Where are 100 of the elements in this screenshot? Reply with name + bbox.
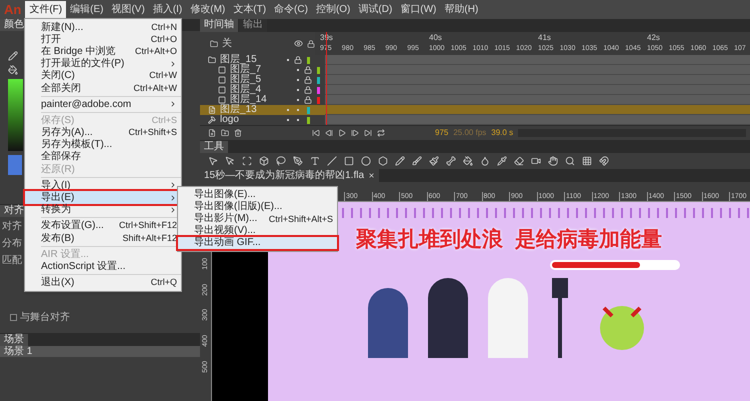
stroke-color-icon[interactable] [8, 51, 18, 61]
layer-row[interactable]: 图层_4 [200, 85, 325, 95]
pencil-icon[interactable] [395, 156, 405, 166]
play-icon[interactable] [338, 129, 346, 137]
new-layer-icon[interactable] [208, 129, 216, 137]
layer-icon [208, 116, 216, 124]
panel-tab[interactable]: 输出 [239, 19, 267, 32]
menu-item[interactable]: 文本(T) [229, 1, 270, 18]
menu-item[interactable]: 修改(M) [186, 1, 230, 18]
layer-row[interactable]: 图层_14 [200, 95, 325, 105]
eye-icon[interactable] [294, 39, 303, 48]
grid-icon[interactable] [582, 156, 592, 166]
lock-icon[interactable] [294, 56, 302, 64]
close-icon[interactable] [368, 172, 376, 179]
menu-item[interactable]: 调试(D) [354, 1, 396, 18]
ellipse-icon[interactable] [361, 156, 371, 166]
menu-item[interactable]: 命令(C) [270, 1, 312, 18]
stage-heading: 聚集扎堆到处浪 是给病毒加能量 [356, 226, 662, 253]
current-frame[interactable]: 975 [435, 127, 448, 139]
layer-name: 图层_13 [220, 105, 258, 115]
loop-icon[interactable] [377, 129, 385, 137]
menu-item[interactable]: 在 Bridge 中浏览 Ctrl+Alt+O [25, 45, 181, 58]
lock-icon[interactable] [304, 66, 312, 74]
scene-row[interactable]: 场景 1 [0, 346, 200, 357]
menu-item[interactable]: 控制(O) [312, 1, 354, 18]
checkbox-label: 与舞台对齐 [20, 310, 70, 325]
trash-icon[interactable] [234, 129, 242, 137]
pen-icon[interactable] [293, 156, 303, 166]
ink-icon[interactable] [480, 156, 490, 166]
menu-item[interactable]: 退出(X) Ctrl+Q [25, 276, 181, 289]
menu-item[interactable]: 打开最近的文件(P) [25, 58, 181, 70]
menu-item[interactable]: 编辑(E) [66, 1, 108, 18]
eraser-icon[interactable] [514, 156, 524, 166]
bone-icon[interactable] [446, 156, 456, 166]
layer-row[interactable]: 图层_5 [200, 75, 325, 85]
rectangle-icon[interactable] [344, 156, 354, 166]
second-label: 40s [429, 32, 443, 43]
lock-icon[interactable] [304, 86, 312, 94]
menu-item[interactable]: 全部保存 [25, 150, 181, 164]
layer-row[interactable]: logo [200, 115, 325, 125]
first-frame-icon[interactable] [312, 129, 320, 137]
menu-item[interactable]: 导出动画 GIF... [178, 237, 337, 249]
menu-item[interactable]: 文件(F) [25, 1, 66, 18]
paint-bucket-icon[interactable] [463, 156, 473, 166]
menu-item[interactable]: 新建(N)... Ctrl+N [25, 21, 181, 34]
magnet-icon[interactable] [599, 156, 609, 166]
menu-item[interactable]: 导出影片(M)... Ctrl+Shift+Alt+S [178, 213, 337, 225]
menu-item[interactable]: ActionScript 设置... [25, 260, 181, 273]
pointer-icon[interactable] [225, 156, 235, 166]
menu-item[interactable]: 导出视频(V)... [178, 225, 337, 237]
lasso-icon[interactable] [276, 156, 286, 166]
new-folder-icon[interactable] [221, 129, 229, 137]
layer-row[interactable]: 图层_7 [200, 65, 325, 75]
menu-item[interactable]: 全部关闭 Ctrl+Alt+W [25, 82, 181, 94]
color-swatch[interactable] [8, 155, 22, 175]
menu-item[interactable]: 发布(B) Shift+Alt+F12 [25, 232, 181, 244]
lock-icon[interactable] [307, 40, 315, 48]
step-forward-icon[interactable] [351, 129, 359, 137]
camera-icon[interactable] [531, 156, 541, 166]
step-back-icon[interactable] [325, 129, 333, 137]
menu-item[interactable]: 另存为模板(T)... [25, 138, 181, 151]
fill-color-icon[interactable] [8, 65, 18, 75]
cube-icon[interactable] [259, 156, 269, 166]
menu-item[interactable]: 转换为 [25, 204, 181, 216]
text-tool-icon[interactable] [310, 156, 320, 166]
lock-icon[interactable] [304, 76, 312, 84]
layer-row[interactable]: 图层_15 [200, 55, 325, 65]
panel-tab[interactable]: 时间轴 [200, 19, 238, 32]
menu-item[interactable]: 另存为(A)... Ctrl+Shift+S [25, 126, 181, 139]
menu-item[interactable]: painter@adobe.com [25, 98, 181, 110]
elapsed-time[interactable]: 39.0 s [491, 127, 514, 139]
menu-item[interactable]: 窗口(W) [396, 1, 440, 18]
polygon-icon[interactable] [378, 156, 388, 166]
menu-item[interactable]: 导出图像(E)... [178, 189, 337, 201]
transform-icon[interactable] [242, 156, 252, 166]
panel-tab[interactable]: 工具 [200, 141, 228, 153]
menu-item[interactable]: 帮助(H) [440, 1, 482, 18]
selection-tool-icon[interactable] [208, 156, 218, 166]
brush-icon[interactable] [412, 156, 422, 166]
checkbox[interactable] [10, 314, 17, 321]
menu-item[interactable]: 发布设置(G)... Ctrl+Shift+F12 [25, 220, 181, 232]
lock-icon[interactable] [304, 96, 312, 104]
menu-item[interactable]: 插入(I) [148, 1, 186, 18]
zoom-icon[interactable] [565, 156, 575, 166]
color-gradient-picker[interactable] [8, 79, 23, 151]
last-frame-icon[interactable] [364, 129, 372, 137]
menu-item[interactable]: 视图(V) [107, 1, 149, 18]
hand-icon[interactable] [548, 156, 558, 166]
character-figure [368, 288, 408, 358]
layer-row[interactable]: 图层_13 [200, 105, 325, 115]
layer-icon [210, 40, 218, 48]
paintbrush-icon[interactable] [429, 156, 439, 166]
line-tool-icon[interactable] [327, 156, 337, 166]
document-tab[interactable]: 15秒—不要成为新冠病毒的帮凶1.fla [200, 169, 380, 182]
menu-item[interactable]: 关闭(C) Ctrl+W [25, 70, 181, 82]
app-logo: An [3, 0, 22, 18]
panel-tab[interactable]: 场景 [0, 334, 28, 346]
menu-item[interactable]: 导出图像(旧版)(E)... [178, 201, 337, 213]
eyedropper-icon[interactable] [497, 156, 507, 166]
menu-item[interactable]: 打开 Ctrl+O [25, 33, 181, 46]
